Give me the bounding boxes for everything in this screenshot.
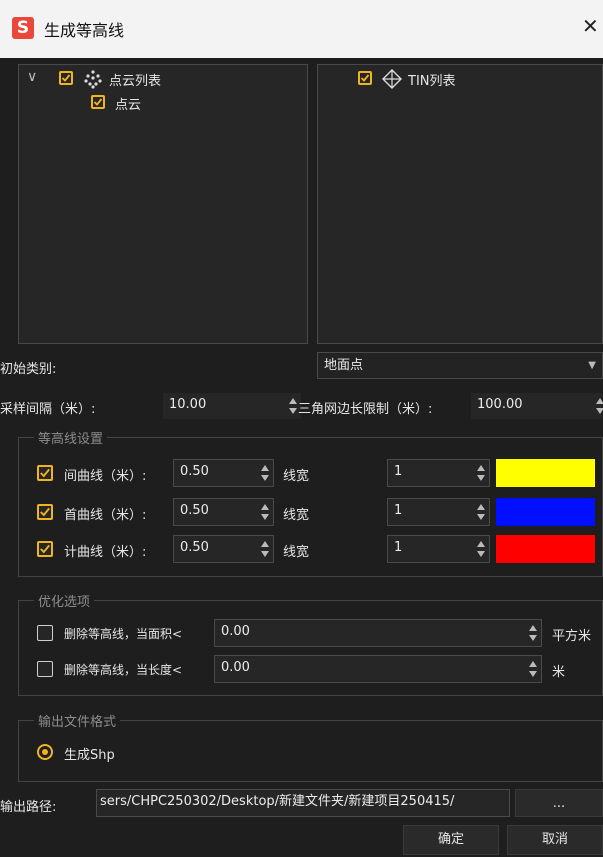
line-width-value: 1 [394, 540, 403, 555]
output-path-input[interactable]: sers/CHPC250302/Desktop/新建文件夹/新建项目250415… [96, 789, 510, 817]
tin-list-checkbox[interactable] [358, 71, 372, 85]
app-logo-icon: S [12, 17, 34, 39]
spin-arrows-icon[interactable] [594, 396, 603, 416]
point-cloud-panel[interactable]: ∨ 点云列表 点云 [18, 64, 308, 344]
area-threshold-value: 0.00 [221, 624, 250, 639]
initial-class-value: 地面点 [324, 358, 364, 373]
line-width-label: 线宽 [283, 469, 310, 484]
interval-value: 0.50 [180, 503, 209, 518]
cancel-button[interactable]: 取消 [507, 825, 603, 855]
length-unit-label: 米 [552, 665, 566, 680]
index-color-swatch[interactable] [496, 535, 595, 563]
spin-arrows-icon[interactable] [259, 463, 271, 483]
intermediate-line-width-input[interactable]: 1 [387, 459, 490, 487]
spin-arrows-icon[interactable] [527, 623, 539, 643]
first-color-swatch[interactable] [496, 498, 595, 526]
delete-by-area-input[interactable]: 0.00 [214, 619, 542, 647]
expand-toggle[interactable]: ∨ [27, 69, 37, 85]
delete-by-length-input[interactable]: 0.00 [214, 655, 542, 683]
sampling-interval-input[interactable]: 10.00 [162, 392, 302, 420]
first-contour-interval-input[interactable]: 0.50 [173, 498, 274, 526]
line-width-label: 线宽 [283, 508, 310, 523]
index-line-width-input[interactable]: 1 [387, 535, 490, 563]
sampling-interval-value: 10.00 [169, 397, 207, 412]
interval-value: 0.50 [180, 540, 209, 555]
contour-settings-title: 等高线设置 [34, 428, 108, 447]
point-cloud-icon [84, 70, 102, 89]
point-cloud-list-checkbox[interactable] [59, 71, 73, 85]
tin-list-label[interactable]: TIN列表 [408, 70, 456, 89]
spin-arrows-icon[interactable] [475, 502, 487, 522]
output-path-label: 输出路径: [0, 800, 57, 815]
intermediate-contour-label: 间曲线（米）: [64, 469, 147, 484]
point-cloud-item-label[interactable]: 点云 [115, 94, 141, 113]
intermediate-contour-interval-input[interactable]: 0.50 [173, 459, 274, 487]
first-contour-checkbox[interactable] [37, 504, 53, 520]
tin-edge-limit-value: 100.00 [477, 397, 523, 412]
area-unit-label: 平方米 [552, 629, 592, 644]
close-button[interactable]: ✕ [582, 14, 599, 38]
line-width-value: 1 [394, 503, 403, 518]
title-bar: S 生成等高线 ✕ [0, 0, 603, 58]
initial-class-select[interactable]: 地面点 ▼ [317, 352, 603, 379]
spin-arrows-icon[interactable] [259, 539, 271, 559]
sampling-interval-label: 采样间隔（米）: [0, 402, 96, 417]
interval-value: 0.50 [180, 464, 209, 479]
delete-by-length-checkbox[interactable] [37, 661, 53, 677]
dropdown-arrow-icon: ▼ [588, 360, 596, 371]
line-width-value: 1 [394, 464, 403, 479]
delete-by-area-checkbox[interactable] [37, 625, 53, 641]
browse-button[interactable]: ... [515, 789, 603, 817]
intermediate-contour-checkbox[interactable] [37, 465, 53, 481]
intermediate-color-swatch[interactable] [496, 459, 595, 487]
spin-arrows-icon[interactable] [259, 502, 271, 522]
spin-arrows-icon[interactable] [475, 539, 487, 559]
optimize-title: 优化选项 [34, 591, 95, 610]
delete-by-area-label: 删除等高线，当面积< [64, 627, 183, 641]
index-contour-checkbox[interactable] [37, 541, 53, 557]
index-contour-label: 计曲线（米）: [64, 545, 147, 560]
first-contour-label: 首曲线（米）: [64, 508, 147, 523]
index-contour-interval-input[interactable]: 0.50 [173, 535, 274, 563]
delete-by-length-label: 删除等高线，当长度< [64, 663, 183, 677]
length-threshold-value: 0.00 [221, 660, 250, 675]
tin-edge-limit-input[interactable]: 100.00 [470, 392, 603, 420]
generate-shp-radio[interactable] [37, 744, 53, 760]
tin-panel[interactable]: TIN列表 [317, 64, 603, 344]
spin-arrows-icon[interactable] [527, 659, 539, 679]
spin-arrows-icon[interactable] [475, 463, 487, 483]
first-line-width-input[interactable]: 1 [387, 498, 490, 526]
tin-icon [382, 69, 402, 89]
generate-shp-label[interactable]: 生成Shp [64, 744, 115, 763]
ok-button[interactable]: 确定 [403, 825, 499, 855]
output-format-title: 输出文件格式 [34, 711, 121, 730]
window-title: 生成等高线 [44, 21, 125, 40]
tin-edge-limit-label: 三角网边长限制（米）: [298, 402, 433, 417]
point-cloud-item-checkbox[interactable] [91, 95, 105, 109]
output-path-value: sers/CHPC250302/Desktop/新建文件夹/新建项目250415… [100, 794, 455, 809]
initial-class-label: 初始类别: [0, 362, 57, 377]
point-cloud-list-label[interactable]: 点云列表 [109, 70, 161, 89]
line-width-label: 线宽 [283, 545, 310, 560]
